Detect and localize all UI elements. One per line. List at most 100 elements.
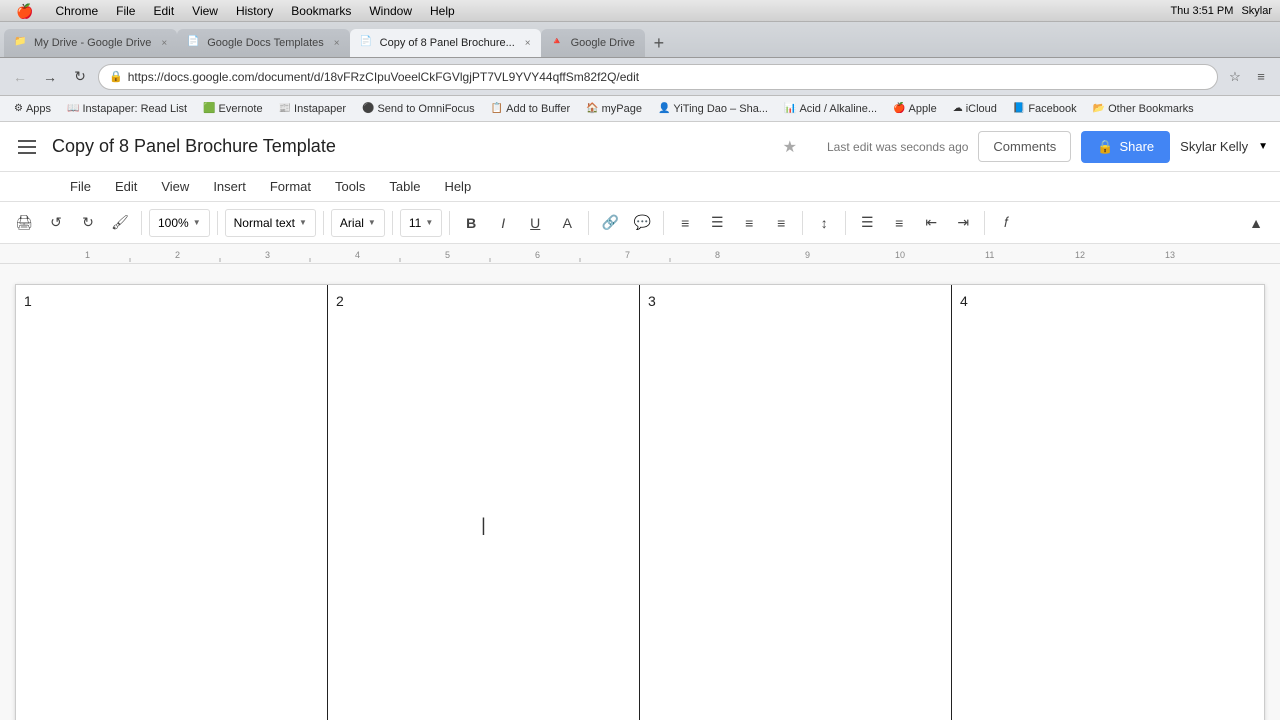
bookmark-facebook-label: Facebook bbox=[1028, 103, 1076, 115]
chrome-menu[interactable]: Chrome bbox=[47, 1, 106, 21]
decrease-indent-button[interactable]: ⇤ bbox=[917, 209, 945, 237]
undo-button[interactable]: ↺ bbox=[42, 209, 70, 237]
print-button[interactable]: 🖨 bbox=[10, 209, 38, 237]
ruler-svg: 1 2 3 4 5 6 7 8 9 10 11 12 13 bbox=[0, 244, 1280, 264]
bookmark-instapaper[interactable]: 📰 Instapaper bbox=[273, 101, 352, 117]
bookmark-omnifocus-label: Send to OmniFocus bbox=[377, 103, 474, 115]
style-dropdown[interactable]: Normal text ▼ bbox=[225, 209, 316, 237]
docs-user[interactable]: Skylar Kelly bbox=[1180, 139, 1248, 154]
brochure-panel-2[interactable]: 2 | bbox=[328, 285, 640, 720]
bullet-list-button[interactable]: ☰ bbox=[853, 209, 881, 237]
tab-close-templates[interactable]: × bbox=[334, 38, 340, 49]
history-menu[interactable]: History bbox=[228, 1, 281, 21]
text-color-button[interactable]: A bbox=[553, 209, 581, 237]
comment-button[interactable]: 💬 bbox=[628, 209, 656, 237]
bookmark-star-icon[interactable]: ☆ bbox=[1224, 66, 1246, 88]
docs-edit-menu[interactable]: Edit bbox=[105, 175, 147, 198]
back-button[interactable]: ← bbox=[8, 65, 32, 89]
comments-button[interactable]: Comments bbox=[978, 131, 1071, 162]
size-dropdown[interactable]: 11 ▼ bbox=[400, 209, 442, 237]
zoom-dropdown-arrow: ▼ bbox=[193, 218, 201, 227]
docs-table-menu[interactable]: Table bbox=[379, 175, 430, 198]
panel-1-number: 1 bbox=[24, 293, 32, 309]
redo-button[interactable]: ↻ bbox=[74, 209, 102, 237]
file-menu[interactable]: File bbox=[108, 1, 143, 21]
bookmark-yiting[interactable]: 👤 YiTing Dao – Sha... bbox=[652, 101, 774, 117]
doc-page[interactable]: 1 2 | 3 4 bbox=[15, 284, 1265, 720]
bookmark-icloud[interactable]: ☁ iCloud bbox=[947, 101, 1003, 117]
svg-text:2: 2 bbox=[175, 250, 180, 260]
tab-close-drive[interactable]: × bbox=[161, 38, 167, 49]
bold-button[interactable]: B bbox=[457, 209, 485, 237]
svg-text:1: 1 bbox=[85, 250, 90, 260]
docs-file-menu[interactable]: File bbox=[60, 175, 101, 198]
collapse-toolbar-button[interactable]: ▲ bbox=[1242, 209, 1270, 237]
ruler: 1 2 3 4 5 6 7 8 9 10 11 12 13 bbox=[0, 244, 1280, 264]
tab-brochure[interactable]: 📄 Copy of 8 Panel Brochure... × bbox=[350, 29, 541, 57]
panel-2-number: 2 bbox=[336, 293, 344, 309]
font-dropdown[interactable]: Arial ▼ bbox=[331, 209, 385, 237]
docs-tools-menu[interactable]: Tools bbox=[325, 175, 375, 198]
docs-menu-icon[interactable] bbox=[12, 132, 42, 162]
zoom-dropdown[interactable]: 100% ▼ bbox=[149, 209, 210, 237]
italic-button[interactable]: I bbox=[489, 209, 517, 237]
bookmark-mypage[interactable]: 🏠 myPage bbox=[580, 101, 648, 117]
url-bar[interactable]: 🔒 https://docs.google.com/document/d/18v… bbox=[98, 64, 1218, 90]
docs-star-icon[interactable]: ★ bbox=[783, 137, 797, 157]
tab-templates[interactable]: 📄 Google Docs Templates × bbox=[177, 29, 349, 57]
docs-title: Copy of 8 Panel Brochure Template bbox=[52, 136, 767, 157]
bookmark-acid[interactable]: 📊 Acid / Alkaline... bbox=[778, 101, 883, 117]
docs-insert-menu[interactable]: Insert bbox=[203, 175, 256, 198]
user-dropdown-icon[interactable]: ▼ bbox=[1258, 141, 1268, 152]
apple-menu[interactable]: 🍎 bbox=[8, 1, 41, 21]
bookmark-acid-label: Acid / Alkaline... bbox=[799, 103, 877, 115]
chrome-settings-icon[interactable]: ≡ bbox=[1250, 66, 1272, 88]
line-spacing-button[interactable]: ↕ bbox=[810, 209, 838, 237]
forward-button[interactable]: → bbox=[38, 65, 62, 89]
justify-button[interactable]: ≡ bbox=[767, 209, 795, 237]
bookmark-apple[interactable]: 🍎 Apple bbox=[887, 101, 943, 117]
tab-gdrive[interactable]: 🔺 Google Drive bbox=[541, 29, 645, 57]
new-tab-button[interactable]: + bbox=[645, 29, 673, 57]
size-value: 11 bbox=[409, 216, 421, 230]
tab-label-gdrive: Google Drive bbox=[571, 37, 635, 49]
brochure-grid: 1 2 | 3 4 bbox=[16, 285, 1264, 720]
help-menu[interactable]: Help bbox=[422, 1, 463, 21]
underline-button[interactable]: U bbox=[521, 209, 549, 237]
tab-close-brochure[interactable]: × bbox=[525, 38, 531, 49]
increase-indent-button[interactable]: ⇥ bbox=[949, 209, 977, 237]
bookmark-buffer[interactable]: 📋 Add to Buffer bbox=[485, 101, 576, 117]
bookmark-evernote[interactable]: 🟩 Evernote bbox=[197, 101, 268, 117]
share-button[interactable]: 🔒 Share bbox=[1081, 131, 1170, 163]
docs-view-menu[interactable]: View bbox=[151, 175, 199, 198]
tab-favicon-gdrive: 🔺 bbox=[551, 36, 565, 50]
bookmark-other[interactable]: 📂 Other Bookmarks bbox=[1087, 101, 1200, 117]
align-center-button[interactable]: ☰ bbox=[703, 209, 731, 237]
numbered-list-button[interactable]: ≡ bbox=[885, 209, 913, 237]
brochure-panel-1[interactable]: 1 bbox=[16, 285, 328, 720]
bookmark-facebook[interactable]: 📘 Facebook bbox=[1007, 101, 1083, 117]
docs-help-menu[interactable]: Help bbox=[434, 175, 481, 198]
doc-area[interactable]: 1 2 | 3 4 bbox=[0, 264, 1280, 720]
view-menu[interactable]: View bbox=[184, 1, 226, 21]
align-right-button[interactable]: ≡ bbox=[735, 209, 763, 237]
formula-button[interactable]: 𝑓 bbox=[992, 209, 1020, 237]
paint-format-button[interactable]: 🖌 bbox=[106, 209, 134, 237]
brochure-panel-4[interactable]: 4 bbox=[952, 285, 1264, 720]
docs-format-menu[interactable]: Format bbox=[260, 175, 321, 198]
tab-my-drive[interactable]: 📁 My Drive - Google Drive × bbox=[4, 29, 177, 57]
tab-label-brochure: Copy of 8 Panel Brochure... bbox=[380, 37, 515, 49]
link-button[interactable]: 🔗 bbox=[596, 209, 624, 237]
edit-menu[interactable]: Edit bbox=[145, 1, 182, 21]
window-menu[interactable]: Window bbox=[361, 1, 420, 21]
bookmark-apps[interactable]: ⚙ Apps bbox=[8, 101, 57, 117]
align-left-button[interactable]: ≡ bbox=[671, 209, 699, 237]
bookmark-instapaper-readlist[interactable]: 📖 Instapaper: Read List bbox=[61, 101, 193, 117]
bookmark-omnifocus[interactable]: ⚫ Send to OmniFocus bbox=[356, 101, 481, 117]
bookmarks-menu[interactable]: Bookmarks bbox=[283, 1, 359, 21]
acid-icon: 📊 bbox=[784, 103, 796, 114]
panel-4-number: 4 bbox=[960, 293, 968, 309]
reload-button[interactable]: ↻ bbox=[68, 65, 92, 89]
toolbar-separator-2 bbox=[217, 211, 218, 235]
brochure-panel-3[interactable]: 3 bbox=[640, 285, 952, 720]
